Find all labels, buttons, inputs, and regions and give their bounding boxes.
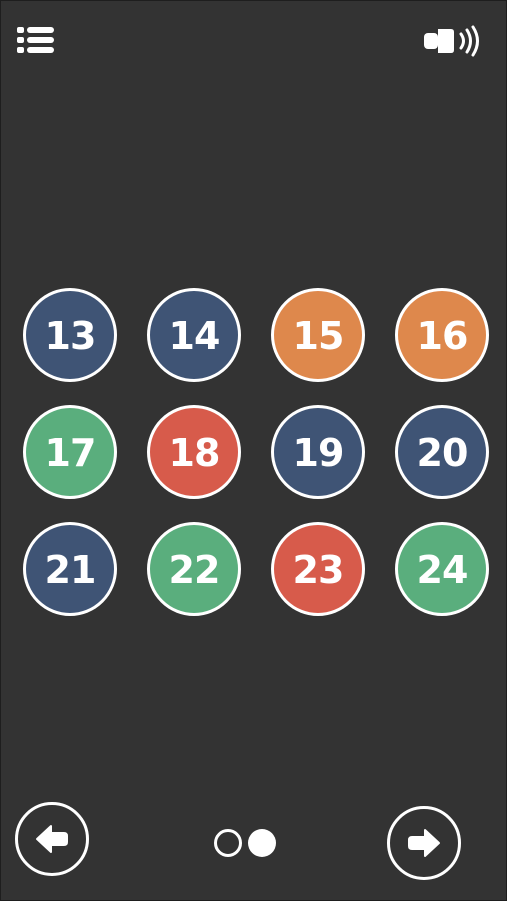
previous-page-button[interactable] xyxy=(15,802,89,876)
level-button[interactable]: 16 xyxy=(395,288,489,382)
page-dot-1[interactable] xyxy=(214,829,242,857)
game-screen: 13 14 15 16 17 18 19 20 21 22 23 24 xyxy=(0,0,507,901)
level-number: 18 xyxy=(168,430,221,475)
level-button[interactable]: 13 xyxy=(23,288,117,382)
level-number: 20 xyxy=(416,430,469,475)
menu-list-icon xyxy=(17,27,54,53)
sound-toggle-button[interactable] xyxy=(421,23,487,59)
level-number: 14 xyxy=(168,313,221,358)
level-number: 13 xyxy=(44,313,97,358)
level-button[interactable]: 22 xyxy=(147,522,241,616)
arrow-left-icon xyxy=(36,825,68,853)
level-button[interactable]: 17 xyxy=(23,405,117,499)
level-number: 17 xyxy=(44,430,97,475)
page-dot-2-active[interactable] xyxy=(248,829,276,857)
arrow-right-icon xyxy=(408,829,440,857)
next-page-button[interactable] xyxy=(387,806,461,880)
page-indicator xyxy=(214,828,278,858)
level-button[interactable]: 20 xyxy=(395,405,489,499)
level-button[interactable]: 18 xyxy=(147,405,241,499)
level-button[interactable]: 19 xyxy=(271,405,365,499)
level-button[interactable]: 23 xyxy=(271,522,365,616)
level-number: 19 xyxy=(292,430,345,475)
level-number: 24 xyxy=(416,547,469,592)
level-button[interactable]: 15 xyxy=(271,288,365,382)
level-grid: 13 14 15 16 17 18 19 20 21 22 23 24 xyxy=(23,288,489,616)
sound-on-icon xyxy=(424,25,479,57)
level-number: 22 xyxy=(168,547,221,592)
level-number: 21 xyxy=(44,547,97,592)
level-button[interactable]: 14 xyxy=(147,288,241,382)
level-number: 23 xyxy=(292,547,345,592)
level-number: 16 xyxy=(416,313,469,358)
menu-button[interactable] xyxy=(16,25,56,55)
level-button[interactable]: 24 xyxy=(395,522,489,616)
level-number: 15 xyxy=(292,313,345,358)
level-button[interactable]: 21 xyxy=(23,522,117,616)
